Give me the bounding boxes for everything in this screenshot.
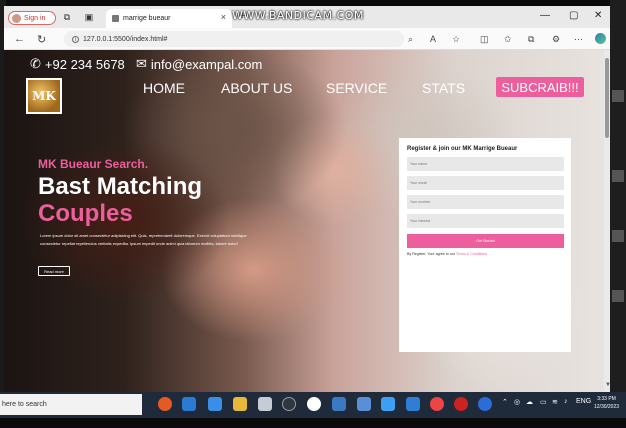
hero-description: Lorem ipsum dolor sit amet consectetur a… <box>40 233 247 246</box>
favorite-star-icon[interactable]: ☆ <box>452 34 460 45</box>
interest-field[interactable]: Your interest <box>407 214 564 228</box>
profile-button[interactable]: Sign in <box>8 11 56 25</box>
split-screen-icon[interactable]: ◫ <box>480 34 489 45</box>
side-camera-icon <box>612 90 624 102</box>
edge-browser-icon[interactable] <box>182 397 196 411</box>
tray-status-icon[interactable]: ◎ <box>514 398 520 406</box>
screen-bottom-edge <box>0 418 626 428</box>
windows-store-icon[interactable] <box>208 397 222 411</box>
minimize-button[interactable]: — <box>540 10 550 21</box>
workspaces-icon[interactable]: ⧉ <box>62 12 72 22</box>
clock[interactable]: 3:33 PM 12/30/2023 <box>594 395 619 411</box>
collections-icon[interactable]: ⧉ <box>528 34 534 45</box>
favorites-icon[interactable]: ✩ <box>504 34 512 45</box>
envelope-icon: ✉ <box>136 56 147 71</box>
tab-bar: Sign in ⧉ ▣ marrige bueaur × + WWW.BANDI… <box>4 6 610 28</box>
tray-cloud-icon[interactable]: ☁ <box>526 398 533 406</box>
avatar <box>12 13 21 23</box>
volume-icon[interactable]: ♪ <box>564 398 568 405</box>
address-toolbar: ← ↻ i 127.0.0.1:5500/index.html# ⌕ A ☆ ◫… <box>4 28 610 50</box>
read-more-button[interactable]: Read more <box>38 266 70 276</box>
nav-service[interactable]: SERVICE <box>326 80 387 96</box>
side-thumbnail <box>612 170 624 182</box>
terms-link[interactable]: Terms & Conditions <box>456 252 487 256</box>
scrollbar-thumb[interactable] <box>605 58 609 138</box>
help-icon[interactable] <box>478 397 492 411</box>
refresh-icon[interactable]: ↻ <box>37 33 46 46</box>
calendar-icon[interactable] <box>258 397 272 411</box>
register-form: Register & join our MK Marrige Bueaur Yo… <box>399 138 571 352</box>
photos-icon[interactable] <box>332 397 346 411</box>
email-field[interactable]: Your email <box>407 176 564 190</box>
url-text: 127.0.0.1:5500/index.html# <box>83 35 168 43</box>
subscribe-button[interactable]: SUBCRAIB!!! <box>496 77 584 97</box>
chrome-icon[interactable] <box>430 397 444 411</box>
site-logo[interactable]: MK <box>26 78 62 114</box>
site-info-icon[interactable]: i <box>72 35 79 43</box>
side-thumbnail <box>612 290 624 302</box>
clock-date: 12/30/2023 <box>594 404 620 410</box>
terms-note: By Register, Your agree to our Terms & C… <box>407 252 563 256</box>
phone-contact: ✆ +92 234 5678 <box>30 56 125 72</box>
language-indicator[interactable]: ENG <box>576 398 591 405</box>
tray-chevron-icon[interactable]: ⌃ <box>502 398 508 406</box>
mail-icon[interactable] <box>357 397 371 411</box>
form-title: Register & join our MK Marrige Bueaur <box>407 146 518 152</box>
zoom-icon[interactable]: ⌕ <box>408 34 413 45</box>
back-arrow-icon[interactable]: ← <box>14 33 25 45</box>
email-address: info@exampal.com <box>150 56 263 72</box>
tab-actions-icon[interactable]: ▣ <box>84 12 94 22</box>
record-icon[interactable] <box>454 397 468 411</box>
copilot-icon[interactable] <box>595 33 606 44</box>
logo-text: MK <box>32 89 56 103</box>
email-contact: ✉ info@exampal.com <box>136 56 262 72</box>
nav-stats[interactable]: STATS <box>422 80 465 96</box>
nav-home[interactable]: HOME <box>143 80 185 96</box>
close-window-button[interactable]: ✕ <box>594 10 602 21</box>
webpage-hero: ✆ +92 234 5678 ✉ info@exampal.com MK HOM… <box>4 50 604 392</box>
zoom-app-icon[interactable] <box>381 397 395 411</box>
recording-watermark: WWW.BANDICAM.COM <box>232 9 364 22</box>
page-favicon-icon <box>112 15 119 22</box>
side-thumbnail <box>612 230 624 242</box>
windows-taskbar: here to search ⌃ ◎ ☁ ▭ ≋ ♪ ENG 3:33 PM 1… <box>0 392 626 418</box>
hero-title-line2: Couples <box>38 200 133 227</box>
taskbar-search-input[interactable]: here to search <box>0 394 142 415</box>
phone-number: +92 234 5678 <box>44 56 125 72</box>
browser-window: Sign in ⧉ ▣ marrige bueaur × + WWW.BANDI… <box>4 6 610 392</box>
more-menu-icon[interactable]: ⋯ <box>574 34 583 45</box>
read-aloud-icon[interactable]: A <box>430 34 436 44</box>
settings-gear-icon[interactable] <box>282 397 296 411</box>
maximize-button[interactable]: ▢ <box>569 10 578 21</box>
terms-prefix: By Register, Your agree to our <box>407 252 455 256</box>
name-field[interactable]: Your name <box>407 157 564 171</box>
address-bar[interactable]: i 127.0.0.1:5500/index.html# <box>64 31 404 47</box>
tab-close-icon[interactable]: × <box>221 12 226 22</box>
hero-title-line1: Bast Matching <box>38 173 203 200</box>
phone-icon: ✆ <box>30 56 41 71</box>
clock-time: 3:33 PM <box>597 396 616 402</box>
firefox-icon[interactable] <box>158 397 172 411</box>
hero-kicker: MK Bueaur Search. <box>38 157 149 171</box>
profile-label: Sign in <box>24 14 46 22</box>
vscode-icon[interactable] <box>406 397 420 411</box>
extensions-icon[interactable]: ⚙ <box>552 34 560 45</box>
tab-title: marrige bueaur <box>123 15 171 22</box>
battery-icon[interactable]: ▭ <box>540 398 547 406</box>
search-text: here to search <box>2 401 47 408</box>
camera-frame-right <box>610 0 626 428</box>
wifi-icon[interactable]: ≋ <box>552 398 558 406</box>
hp-icon[interactable] <box>307 397 321 411</box>
get-started-button[interactable]: Get Started <box>407 234 564 248</box>
file-explorer-icon[interactable] <box>233 397 247 411</box>
number-field[interactable]: Your number <box>407 195 564 209</box>
nav-about[interactable]: ABOUT US <box>221 80 292 96</box>
tab-active[interactable]: marrige bueaur × <box>106 9 232 28</box>
